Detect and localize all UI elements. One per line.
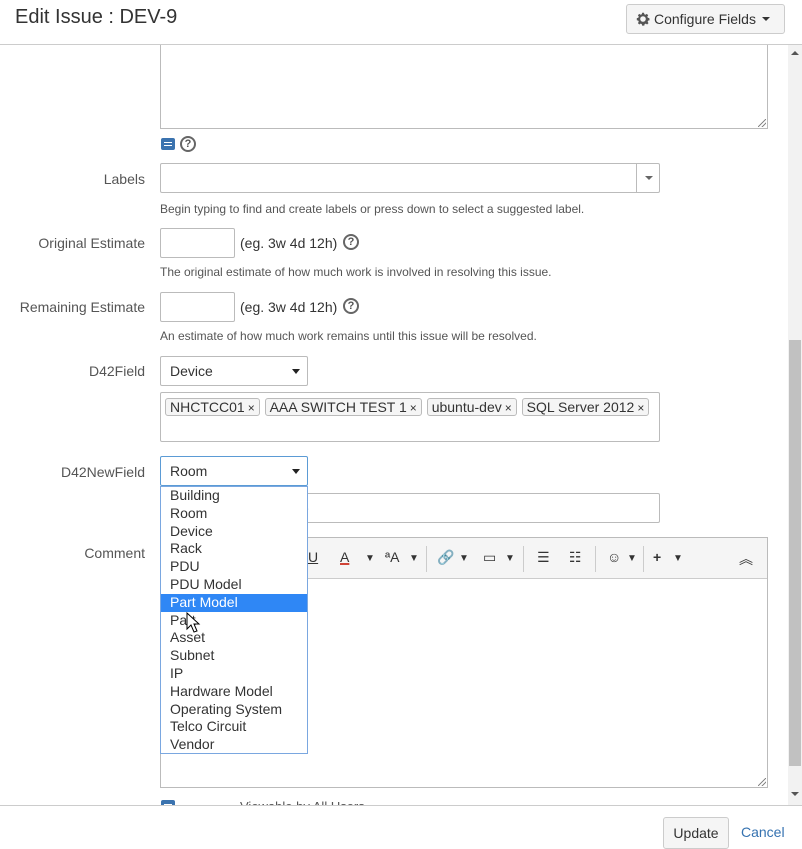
text-size-button[interactable]: ªA — [385, 549, 400, 565]
link-icon[interactable]: 🔗 — [437, 549, 454, 566]
description-textarea[interactable] — [160, 45, 768, 129]
option-ip[interactable]: IP — [161, 665, 307, 683]
resize-handle-icon[interactable] — [758, 778, 766, 786]
option-asset[interactable]: Asset — [161, 629, 307, 647]
resize-handle-icon[interactable] — [758, 119, 766, 127]
remove-tag-icon[interactable]: × — [505, 401, 512, 415]
d42newfield-options-list[interactable]: Building Room Device Rack PDU PDU Model … — [160, 486, 308, 754]
remove-tag-icon[interactable]: × — [248, 401, 255, 415]
remaining-estimate-input[interactable] — [160, 292, 235, 322]
option-operating-system[interactable]: Operating System — [161, 701, 307, 719]
scrollbar[interactable] — [788, 45, 802, 805]
remaining-estimate-label: Remaining Estimate — [19, 299, 145, 315]
d42newfield-label: D42NewField — [60, 464, 145, 480]
remove-tag-icon[interactable]: × — [410, 401, 417, 415]
cancel-link[interactable]: Cancel — [741, 824, 785, 840]
toolbar-divider — [426, 546, 427, 572]
toolbar-divider — [595, 546, 596, 572]
labels-dropdown-toggle[interactable] — [636, 164, 659, 192]
option-pdu[interactable]: PDU — [161, 558, 307, 576]
option-subnet[interactable]: Subnet — [161, 647, 307, 665]
labels-label: Labels — [103, 171, 145, 187]
d42field-select[interactable]: Device — [160, 356, 308, 386]
option-vendor[interactable]: Vendor — [161, 736, 307, 754]
configure-fields-button[interactable]: Configure Fields — [626, 4, 785, 34]
option-part-model[interactable]: Part Model — [161, 593, 307, 612]
update-button[interactable]: Update — [663, 817, 729, 849]
numbered-list-icon[interactable]: ☷ — [569, 549, 582, 566]
wiki-format-icon[interactable] — [161, 138, 175, 150]
dialog-header: Edit Issue : DEV-9 Configure Fields — [0, 0, 802, 45]
option-building[interactable]: Building — [161, 487, 307, 505]
underline-button[interactable]: U — [308, 549, 318, 565]
remaining-estimate-help-text: An estimate of how much work remains unt… — [160, 329, 537, 343]
chevron-down-icon[interactable]: ▼ — [409, 553, 419, 564]
scroll-up-icon[interactable] — [791, 51, 799, 55]
chevron-down-icon[interactable]: ▼ — [365, 553, 375, 564]
collapse-toolbar-icon[interactable]: ︽ — [739, 549, 753, 569]
d42newfield-selected-value: Room — [170, 463, 208, 479]
original-estimate-hint: (eg. 3w 4d 12h) — [240, 235, 338, 251]
mouse-cursor-icon — [186, 612, 201, 633]
dialog-footer: Update Cancel — [0, 805, 802, 849]
tag-item: ubuntu-dev × — [426, 398, 517, 416]
option-rack[interactable]: Rack — [161, 540, 307, 558]
original-estimate-input[interactable] — [160, 228, 235, 258]
original-estimate-label: Original Estimate — [38, 235, 145, 251]
chevron-down-icon[interactable]: ▼ — [505, 553, 515, 564]
comment-label: Comment — [84, 545, 145, 561]
emoticon-icon[interactable]: ☺ — [607, 549, 621, 565]
help-icon[interactable]: ? — [343, 234, 359, 250]
image-icon[interactable]: ▭ — [483, 549, 496, 566]
chevron-down-icon[interactable]: ▼ — [459, 553, 469, 564]
scroll-thumb[interactable] — [789, 340, 801, 766]
chevron-down-icon — [292, 469, 300, 474]
option-part[interactable]: Part — [161, 612, 307, 630]
text-color-button[interactable]: A — [340, 549, 349, 565]
toolbar-divider — [643, 546, 644, 572]
remaining-estimate-hint: (eg. 3w 4d 12h) — [240, 299, 338, 315]
d42field-selected-value: Device — [170, 363, 213, 379]
bullet-list-icon[interactable]: ☰ — [537, 549, 550, 566]
option-device[interactable]: Device — [161, 523, 307, 541]
d42field-tags[interactable]: NHCTCC01 × AAA SWITCH TEST 1 × ubuntu-dev ×… — [160, 392, 660, 442]
d42field-label: D42Field — [88, 363, 145, 379]
toolbar-divider — [523, 546, 524, 572]
labels-help-text: Begin typing to find and create labels o… — [160, 202, 585, 216]
page-title: Edit Issue : DEV-9 — [15, 6, 178, 28]
configure-fields-label: Configure Fields — [654, 11, 756, 27]
chevron-down-icon — [761, 17, 770, 21]
labels-input[interactable] — [160, 163, 660, 193]
option-telco-circuit[interactable]: Telco Circuit — [161, 718, 307, 736]
gear-icon — [636, 12, 650, 26]
tag-item: SQL Server 2012 × — [521, 398, 650, 416]
option-hardware-model[interactable]: Hardware Model — [161, 683, 307, 701]
chevron-down-icon — [292, 369, 300, 374]
tag-item: AAA SWITCH TEST 1 × — [264, 398, 422, 416]
remove-tag-icon[interactable]: × — [637, 401, 644, 415]
original-estimate-help-text: The original estimate of how much work i… — [160, 265, 552, 279]
chevron-down-icon[interactable]: ▼ — [673, 553, 683, 564]
tag-item: NHCTCC01 × — [165, 398, 260, 416]
help-icon[interactable]: ? — [343, 298, 359, 314]
d42newfield-select[interactable]: Room — [160, 456, 308, 486]
option-room[interactable]: Room — [161, 505, 307, 523]
chevron-down-icon[interactable]: ▼ — [627, 553, 637, 564]
scroll-down-icon[interactable] — [791, 792, 799, 796]
insert-more-icon[interactable]: + — [653, 549, 661, 565]
help-icon[interactable]: ? — [180, 136, 196, 152]
option-pdu-model[interactable]: PDU Model — [161, 576, 307, 594]
